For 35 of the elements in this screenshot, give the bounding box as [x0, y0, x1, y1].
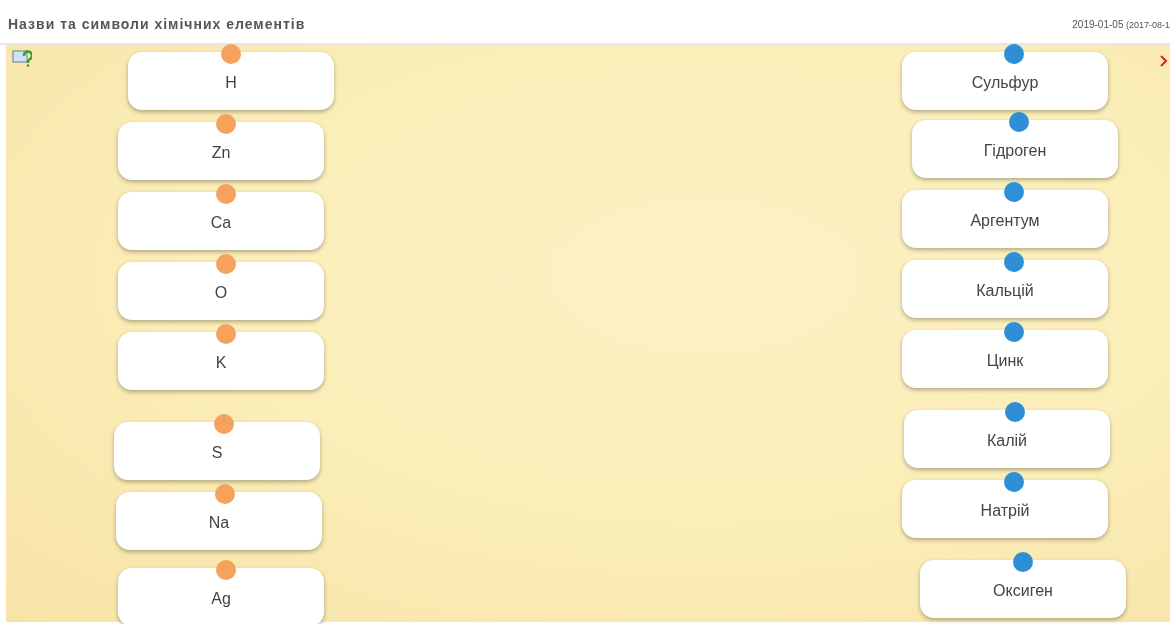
- symbol-card[interactable]: S: [114, 422, 320, 480]
- connector-dot[interactable]: [1013, 552, 1033, 572]
- connector-dot[interactable]: [1004, 472, 1024, 492]
- connector-dot[interactable]: [216, 324, 236, 344]
- name-card[interactable]: Кальцій: [902, 260, 1108, 318]
- connector-dot[interactable]: [1005, 402, 1025, 422]
- name-card[interactable]: Калій: [904, 410, 1110, 468]
- symbol-card[interactable]: Ca: [118, 192, 324, 250]
- connector-dot[interactable]: [1004, 182, 1024, 202]
- name-card[interactable]: Оксиген: [920, 560, 1126, 618]
- connector-dot[interactable]: [1009, 112, 1029, 132]
- app-title: Назви та символи хімічних елементів: [8, 16, 306, 32]
- date-note: (2017-08-1: [1125, 19, 1170, 30]
- connector-dot[interactable]: [215, 484, 235, 504]
- symbol-card[interactable]: Na: [116, 492, 322, 550]
- expand-icon[interactable]: [1160, 55, 1168, 67]
- name-card[interactable]: Цинк: [902, 330, 1108, 388]
- date-text: 2019-01-05: [1072, 18, 1124, 30]
- symbol-card[interactable]: Ag: [118, 568, 324, 624]
- name-card[interactable]: Аргентум: [902, 190, 1108, 248]
- name-card[interactable]: Натрій: [902, 480, 1108, 538]
- symbol-card[interactable]: H: [128, 52, 334, 110]
- symbol-card[interactable]: Zn: [118, 122, 324, 180]
- name-card[interactable]: Сульфур: [902, 52, 1108, 110]
- connector-dot[interactable]: [214, 414, 234, 434]
- name-card[interactable]: Гідроген: [912, 120, 1118, 178]
- symbol-card[interactable]: O: [118, 262, 324, 320]
- connector-dot[interactable]: [1004, 252, 1024, 272]
- connector-dot[interactable]: [216, 184, 236, 204]
- help-icon[interactable]: [12, 49, 32, 67]
- connector-dot[interactable]: [216, 254, 236, 274]
- connector-dot[interactable]: [1004, 322, 1024, 342]
- connector-dot[interactable]: [216, 560, 236, 580]
- symbol-card[interactable]: K: [118, 332, 324, 390]
- connector-dot[interactable]: [216, 114, 236, 134]
